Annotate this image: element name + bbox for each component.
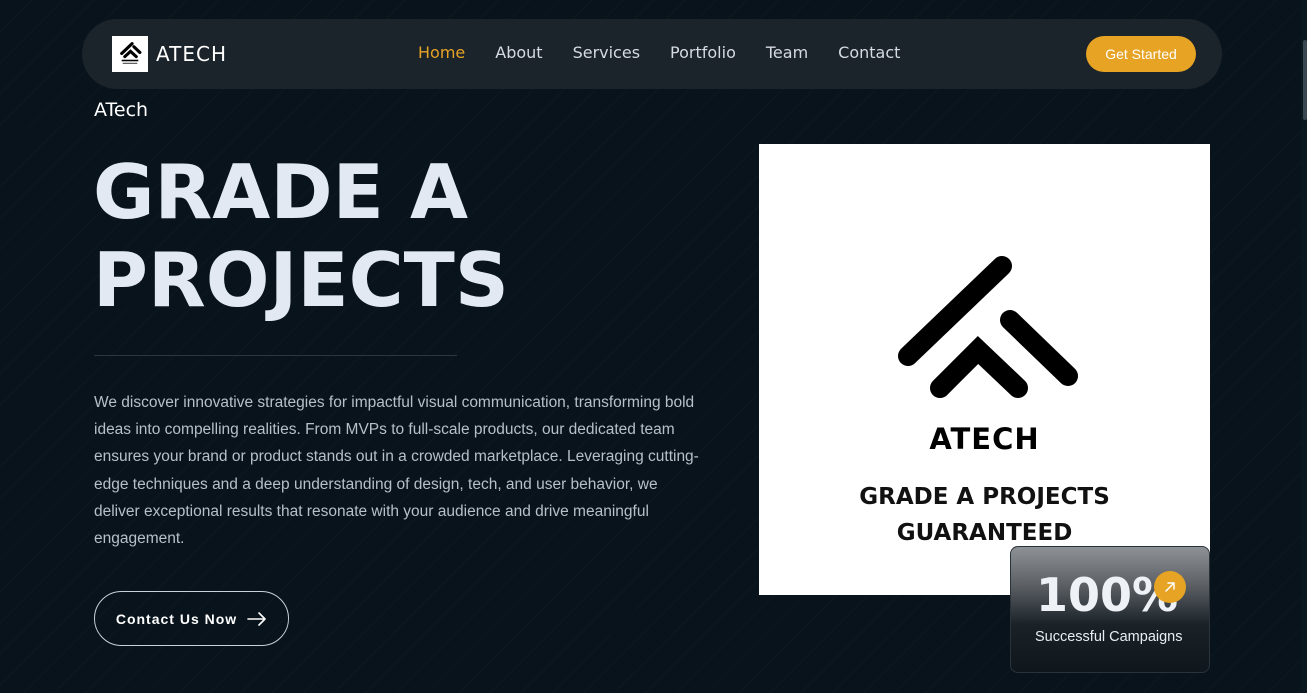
nav-link-contact[interactable]: Contact <box>838 43 900 63</box>
brand-home-link[interactable]: ATECH <box>112 36 227 72</box>
scrollbar-thumb[interactable] <box>1303 40 1307 120</box>
hero-title: GRADE A PROJECTS <box>93 148 509 324</box>
contact-us-label: Contact Us Now <box>115 610 238 627</box>
stat-label: Successful Campaigns <box>1035 629 1183 645</box>
nav-link-about[interactable]: About <box>495 43 542 63</box>
nav-link-home[interactable]: Home <box>418 43 465 63</box>
top-navbar: ATECH Home About Services Portfolio Team… <box>82 19 1222 89</box>
arrow-up-right-icon[interactable] <box>1154 571 1186 603</box>
hero-image-card: ATECH GRADE A PROJECTS GUARANTEED <box>759 144 1210 595</box>
hero-title-line-2: PROJECTS <box>93 236 509 324</box>
card-tagline-line-2: GUARANTEED <box>896 520 1073 546</box>
hero-eyebrow: ATech <box>94 99 149 121</box>
nav-link-portfolio[interactable]: Portfolio <box>670 43 736 63</box>
atech-logo-icon <box>112 36 148 72</box>
nav-link-team[interactable]: Team <box>766 43 808 63</box>
main-nav: Home About Services Portfolio Team Conta… <box>418 43 930 63</box>
stat-card: 100% Successful Campaigns <box>1010 546 1210 673</box>
arrow-right-icon <box>247 611 267 626</box>
card-tagline-line-1: GRADE A PROJECTS <box>859 484 1110 510</box>
get-started-button[interactable]: Get Started <box>1086 36 1196 72</box>
hero-divider <box>94 355 457 356</box>
page-scrollbar[interactable] <box>1301 0 1307 693</box>
nav-link-services[interactable]: Services <box>573 43 640 63</box>
atech-emblem-icon <box>898 256 1078 398</box>
card-brand-title: ATECH <box>929 422 1040 456</box>
hero-description: We discover innovative strategies for im… <box>94 394 699 548</box>
brand-name: ATECH <box>156 42 227 66</box>
hero-title-line-1: GRADE A <box>93 148 468 236</box>
contact-us-button[interactable]: Contact Us Now <box>94 591 289 646</box>
